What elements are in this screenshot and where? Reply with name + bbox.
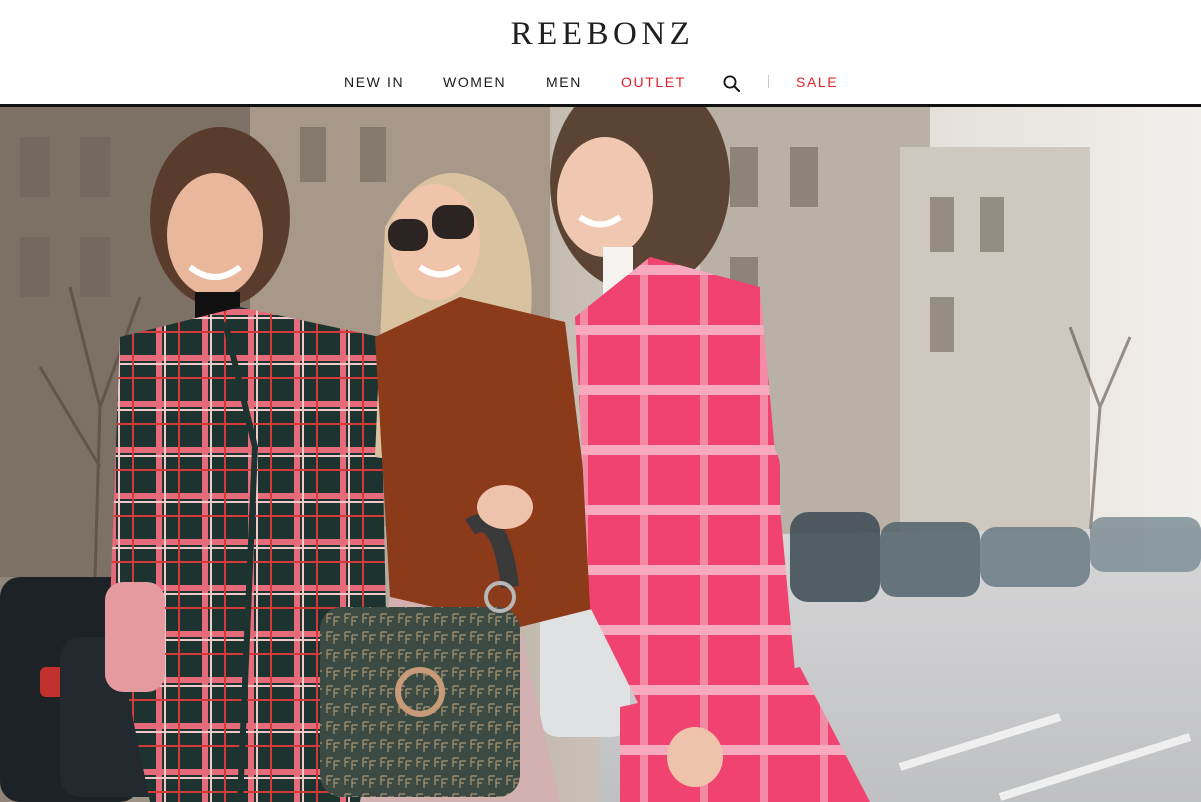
nav-divider (768, 75, 769, 88)
hero-photo (0, 107, 1201, 802)
nav-item-sale[interactable]: SALE (796, 72, 838, 92)
brand-logo[interactable]: REEBONZ (0, 14, 1201, 54)
nav-item-outlet[interactable]: OUTLET (621, 72, 686, 92)
hero-banner-image[interactable] (0, 107, 1201, 802)
nav-item-women[interactable]: WOMEN (443, 72, 506, 92)
nav-item-men[interactable]: MEN (546, 72, 582, 92)
search-icon[interactable] (722, 74, 742, 94)
site-header: REEBONZ NEW IN WOMEN MEN OUTLET SALE (0, 0, 1201, 107)
main-nav: NEW IN WOMEN MEN OUTLET SALE (0, 72, 1201, 92)
nav-item-new-in[interactable]: NEW IN (344, 72, 404, 92)
